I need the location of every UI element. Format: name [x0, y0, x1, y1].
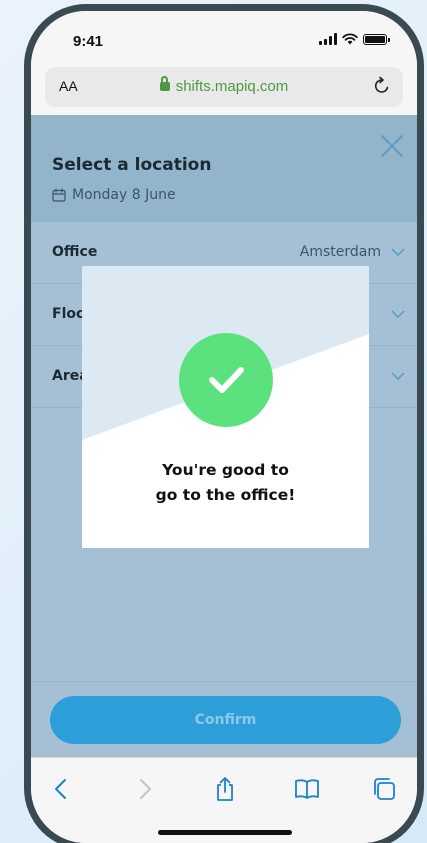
- bookmarks-icon[interactable]: [294, 776, 320, 802]
- phone-screen: 9:41 AA shifts.mapiq.com Select a locati…: [31, 11, 417, 843]
- page-title: Select a location: [52, 155, 212, 175]
- confirm-bar: Confirm: [31, 681, 417, 757]
- wifi-icon: [342, 33, 358, 45]
- url-text: shifts.mapiq.com: [175, 78, 289, 95]
- status-icons: [319, 33, 390, 45]
- chevron-down-icon: [391, 248, 405, 257]
- browser-bottom-toolbar: [31, 757, 417, 843]
- confirm-button[interactable]: Confirm: [50, 696, 401, 744]
- cellular-signal-icon: [319, 33, 337, 45]
- success-message: You're good to go to the office!: [82, 458, 369, 508]
- share-icon[interactable]: [212, 776, 238, 802]
- url-display[interactable]: shifts.mapiq.com: [45, 76, 403, 95]
- calendar-icon: [52, 188, 66, 202]
- lock-icon: [159, 76, 170, 91]
- status-bar: 9:41: [31, 11, 417, 71]
- tabs-icon[interactable]: [371, 776, 397, 802]
- page-header: Select a location Monday 8 June: [31, 115, 417, 222]
- forward-icon[interactable]: [131, 776, 157, 802]
- reload-icon[interactable]: [371, 75, 393, 97]
- phone-frame: 9:41 AA shifts.mapiq.com Select a locati…: [24, 4, 424, 843]
- back-icon[interactable]: [49, 776, 75, 802]
- date-text: Monday 8 June: [72, 187, 176, 203]
- success-message-line-1: You're good to: [162, 461, 289, 479]
- check-circle-icon: [179, 333, 273, 427]
- success-modal: You're good to go to the office!: [82, 266, 369, 548]
- address-bar[interactable]: AA shifts.mapiq.com: [45, 67, 403, 107]
- battery-icon: [363, 33, 390, 45]
- chevron-down-icon: [391, 310, 405, 319]
- page-date: Monday 8 June: [52, 187, 176, 203]
- office-label: Office: [52, 244, 98, 260]
- home-indicator[interactable]: [158, 830, 292, 835]
- status-time: 9:41: [73, 33, 104, 50]
- close-icon[interactable]: [379, 133, 405, 159]
- chevron-down-icon: [391, 372, 405, 381]
- office-value: Amsterdam: [299, 244, 381, 260]
- browser-top-chrome: 9:41 AA shifts.mapiq.com: [31, 11, 417, 115]
- success-message-line-2: go to the office!: [155, 486, 296, 504]
